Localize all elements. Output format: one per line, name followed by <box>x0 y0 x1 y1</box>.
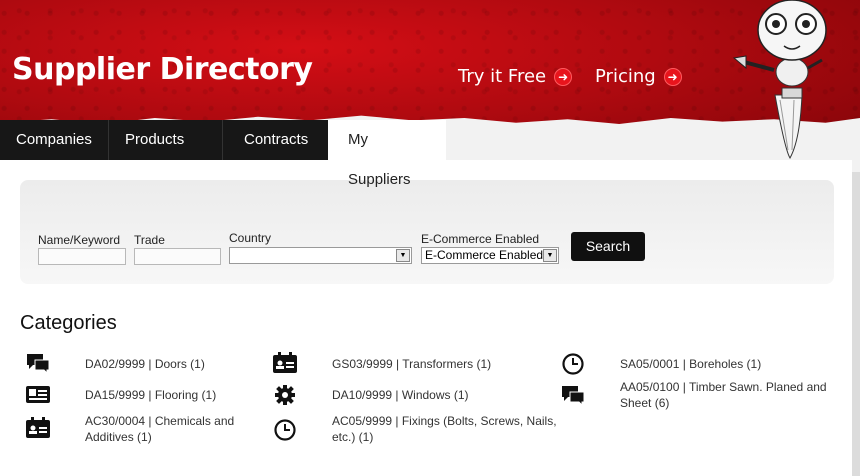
try-it-free-link[interactable]: Try it Free ➜ <box>458 66 573 87</box>
category-item[interactable]: DA02/9999 | Doors (1) <box>85 356 245 372</box>
category-item[interactable]: DA10/9999 | Windows (1) <box>332 387 552 403</box>
chat-bubbles-icon <box>562 386 585 406</box>
trade-input[interactable] <box>134 248 221 265</box>
clock-icon <box>274 419 296 441</box>
ecommerce-select[interactable]: E-Commerce Enabled ▼ <box>421 247 559 264</box>
chevron-down-icon: ▼ <box>396 249 410 262</box>
ecommerce-label: E-Commerce Enabled <box>421 232 540 246</box>
search-panel: Name/Keyword Trade Country ▼ E-Commerce … <box>20 180 834 284</box>
categories-title: Categories <box>20 312 117 334</box>
gear-icon <box>275 385 295 405</box>
calendar-card-icon <box>273 352 297 373</box>
tab-products[interactable]: Products <box>108 120 222 160</box>
try-it-free-label: Try it Free <box>458 66 547 87</box>
pricing-label: Pricing <box>595 66 656 87</box>
category-item[interactable]: AC05/9999 | Fixings (Bolts, Screws, Nail… <box>332 413 557 445</box>
name-keyword-label: Name/Keyword <box>38 233 121 247</box>
category-item[interactable]: GS03/9999 | Transformers (1) <box>332 356 552 372</box>
calendar-card-icon <box>26 417 50 438</box>
clock-icon <box>562 353 584 375</box>
tab-my-suppliers[interactable]: My Suppliers <box>328 120 446 188</box>
main-tabs: Companies Products Contracts My Supplier… <box>0 120 446 188</box>
category-item[interactable]: AA05/0100 | Timber Sawn. Planed and Shee… <box>620 379 830 411</box>
name-keyword-input[interactable] <box>38 248 126 265</box>
category-item[interactable]: SA05/0001 | Boreholes (1) <box>620 356 830 372</box>
country-select[interactable]: ▼ <box>229 247 412 264</box>
country-label: Country <box>229 231 272 245</box>
search-button[interactable]: Search <box>571 232 645 261</box>
pricing-link[interactable]: Pricing ➜ <box>595 66 682 87</box>
id-card-icon <box>26 386 50 403</box>
robot-mascot-icon <box>732 0 827 159</box>
trade-label: Trade <box>134 233 165 247</box>
arrow-right-icon: ➜ <box>554 67 573 86</box>
site-title: Supplier Directory <box>12 52 313 87</box>
chat-bubbles-icon <box>27 354 50 374</box>
main-content: Name/Keyword Trade Country ▼ E-Commerce … <box>0 160 852 476</box>
tab-companies[interactable]: Companies <box>0 120 108 160</box>
tab-contracts[interactable]: Contracts <box>222 120 328 160</box>
category-item[interactable]: DA15/9999 | Flooring (1) <box>85 387 245 403</box>
category-item[interactable]: AC30/0004 | Chemicals and Additives (1) <box>85 413 245 445</box>
ecommerce-select-value: E-Commerce Enabled <box>425 248 544 262</box>
arrow-right-icon: ➜ <box>663 67 682 86</box>
chevron-down-icon: ▼ <box>543 249 557 262</box>
